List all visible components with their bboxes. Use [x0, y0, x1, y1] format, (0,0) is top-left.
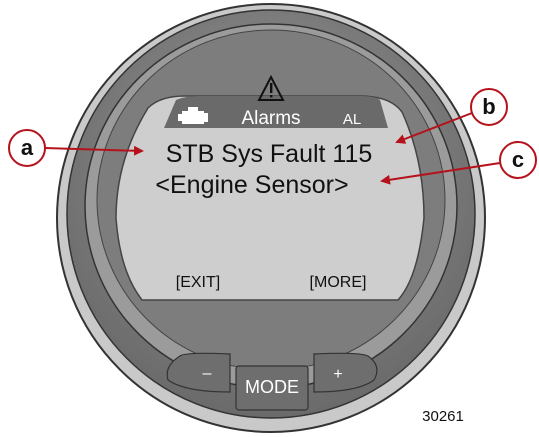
sensor-line: <Engine Sensor> — [155, 171, 348, 199]
callout-a-label: a — [21, 135, 34, 160]
callout-b-label: b — [482, 94, 495, 119]
callout-c-label: c — [512, 147, 524, 172]
fault-line: STB Sys Fault 115 — [166, 140, 373, 168]
minus-label: – — [203, 365, 212, 382]
mode-label: MODE — [245, 377, 299, 397]
softkey-exit[interactable]: [EXIT] — [176, 274, 220, 291]
figure-number: 30261 — [422, 408, 464, 425]
plus-label: + — [333, 366, 342, 383]
header-indicator: AL — [343, 111, 361, 128]
softkey-more[interactable]: [MORE] — [310, 274, 367, 291]
header-title: Alarms — [241, 108, 300, 129]
gauge-figure: Alarms AL STB Sys Fault 115 <Engine Sens… — [8, 3, 537, 433]
